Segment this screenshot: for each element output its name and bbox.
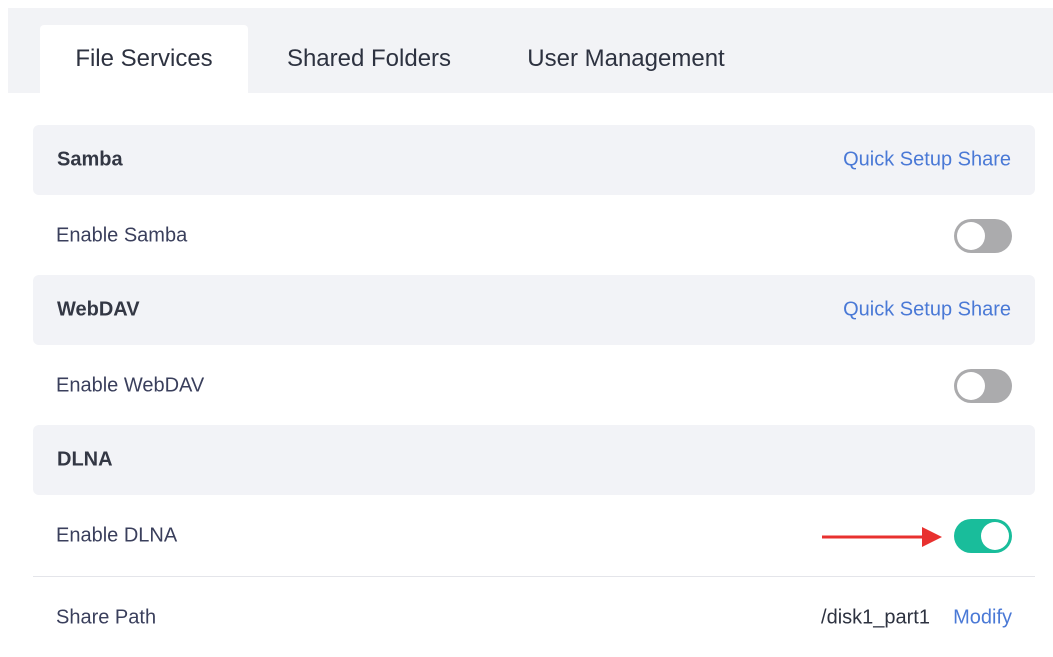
webdav-quick-setup-link[interactable]: Quick Setup Share bbox=[843, 299, 1011, 322]
share-path-row: Share Path /disk1_part1 Modify bbox=[33, 578, 1035, 657]
dlna-enable-label: Enable DLNA bbox=[56, 524, 178, 547]
share-path-label: Share Path bbox=[56, 606, 157, 629]
toggle-knob bbox=[957, 222, 985, 250]
webdav-enable-row: Enable WebDAV bbox=[33, 346, 1035, 426]
divider bbox=[33, 576, 1035, 577]
tab-shared-folders[interactable]: Shared Folders bbox=[258, 25, 480, 93]
samba-enable-label: Enable Samba bbox=[56, 224, 188, 247]
webdav-title: WebDAV bbox=[57, 298, 140, 321]
toggle-knob bbox=[957, 372, 985, 400]
samba-section-header: Samba Quick Setup Share bbox=[33, 125, 1035, 195]
tab-shared-folders-label: Shared Folders bbox=[286, 45, 452, 72]
share-path-value: /disk1_part1 bbox=[821, 606, 930, 629]
webdav-enable-toggle[interactable] bbox=[954, 369, 1012, 403]
modify-path-link[interactable]: Modify bbox=[953, 607, 1012, 630]
dlna-title: DLNA bbox=[57, 448, 113, 471]
red-arrow-right-icon bbox=[822, 527, 942, 547]
tab-file-services[interactable]: File Services bbox=[40, 25, 248, 93]
dlna-enable-toggle[interactable] bbox=[954, 519, 1012, 553]
toggle-knob bbox=[981, 522, 1009, 550]
samba-quick-setup-link[interactable]: Quick Setup Share bbox=[843, 149, 1011, 172]
webdav-section-header: WebDAV Quick Setup Share bbox=[33, 275, 1035, 345]
tab-file-services-label: File Services bbox=[75, 45, 213, 72]
tab-user-management[interactable]: User Management bbox=[498, 25, 754, 93]
samba-enable-row: Enable Samba bbox=[33, 196, 1035, 276]
page: File Services Shared Folders User Manage… bbox=[0, 0, 1053, 657]
samba-enable-toggle[interactable] bbox=[954, 219, 1012, 253]
tab-user-management-label: User Management bbox=[527, 45, 725, 72]
webdav-enable-label: Enable WebDAV bbox=[56, 374, 205, 397]
dlna-section-header: DLNA bbox=[33, 425, 1035, 495]
samba-title: Samba bbox=[57, 148, 123, 171]
tab-bar: File Services Shared Folders User Manage… bbox=[8, 8, 1053, 93]
